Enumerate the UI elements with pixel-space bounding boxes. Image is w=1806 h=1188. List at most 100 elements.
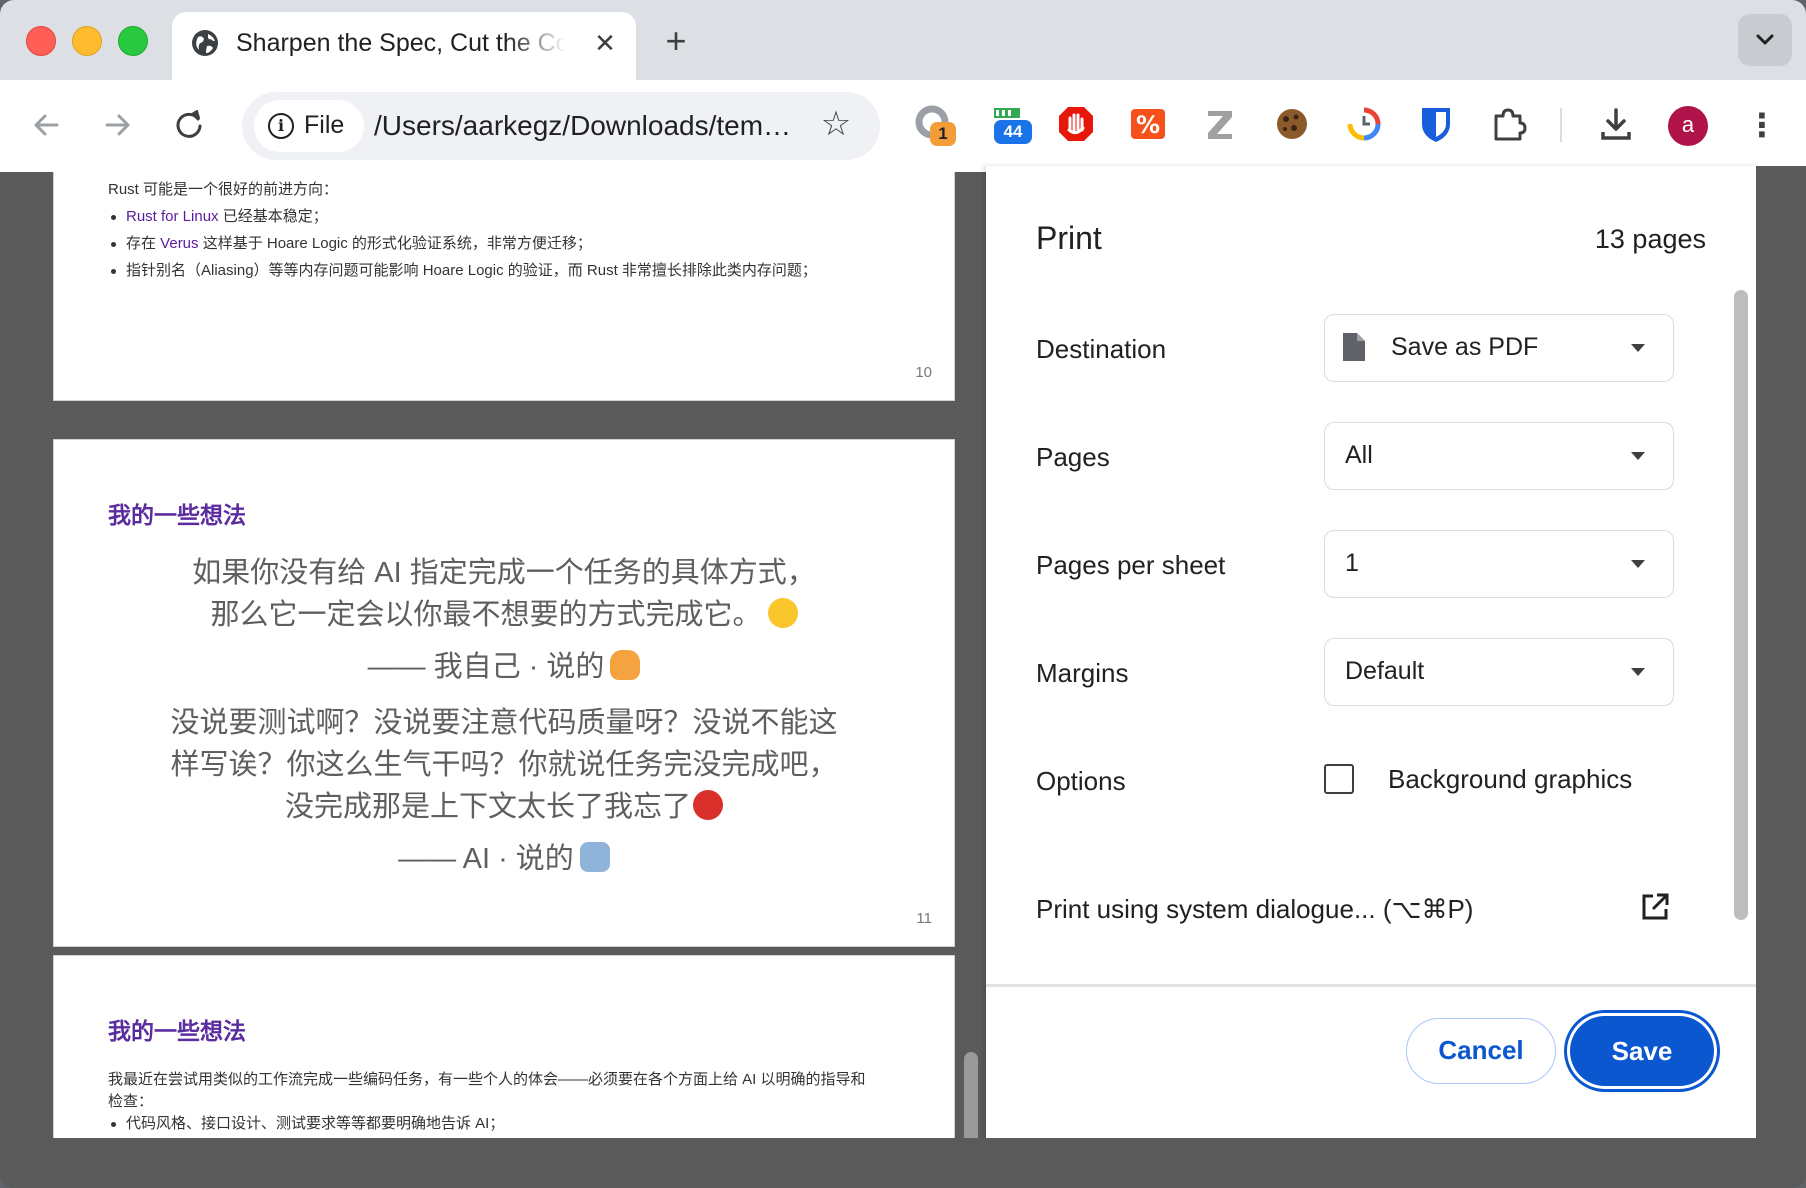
dropdown-caret-icon (1631, 452, 1645, 460)
browser-window: Sharpen the Spec, Cut the Code ✕ + i Fil… (0, 0, 1806, 1188)
dropdown-caret-icon (1631, 668, 1645, 676)
page-count: 13 pages (1594, 224, 1706, 254)
globe-icon (192, 30, 218, 56)
page-number: 10 (915, 364, 932, 381)
cancel-button[interactable]: Cancel (1406, 1018, 1556, 1084)
document-icon (1343, 333, 1365, 361)
quote-line: 那么它一定会以你最不想要的方式完成它。 (54, 594, 954, 636)
system-dialog-link[interactable]: Print using system dialogue... (⌥⌘P) (1036, 894, 1473, 925)
dropdown-caret-icon (1631, 344, 1645, 352)
close-window-button[interactable] (26, 26, 56, 56)
print-preview-area[interactable]: Rust 可能是一个很好的前进方向： Rust for Linux 已经基本稳定… (0, 172, 986, 1138)
profile-avatar[interactable]: a (1668, 106, 1708, 146)
pages-per-sheet-label: Pages per sheet (1036, 550, 1226, 580)
window-background (1756, 166, 1806, 1138)
robot-emoji-icon (579, 842, 610, 872)
page12-bullets: 代码风格、接口设计、测试要求等等都要明确地告诉 AI； (108, 1110, 504, 1137)
extension-badge: 44 (994, 120, 1032, 144)
margins-value: Default (1345, 657, 1425, 685)
quote-line: 没说要测试啊？没说要注意代码质量呀？没说不能这 (170, 707, 838, 739)
extension-counter-icon[interactable]: 44 (990, 104, 1032, 144)
bitwarden-icon[interactable] (1416, 104, 1456, 144)
browser-toolbar: i File /Users/aarkegz/Downloads/temp/sha… (0, 80, 1806, 173)
sweat-smile-emoji-icon (767, 598, 798, 628)
footer-divider (986, 984, 1756, 987)
save-button[interactable]: Save (1570, 1016, 1714, 1086)
page12-heading: 我的一些想法 (108, 1018, 246, 1044)
tab-title: Sharpen the Spec, Cut the Code (236, 29, 566, 57)
back-button[interactable] (24, 102, 70, 148)
list-item: Rust for Linux 已经基本稳定； (108, 203, 817, 230)
new-tab-button[interactable]: + (656, 22, 696, 62)
quote-attribution: —— AI · 说的 (54, 838, 954, 880)
preview-page-10: Rust 可能是一个很好的前进方向： Rust for Linux 已经基本稳定… (54, 172, 954, 400)
reload-button[interactable] (166, 102, 212, 148)
extension-ring-icon[interactable]: 1 (914, 104, 956, 146)
page-number: 11 (916, 910, 932, 927)
extension-badge: 1 (930, 122, 956, 146)
tab-strip: Sharpen the Spec, Cut the Code ✕ + (0, 0, 1806, 80)
rust-for-linux-link[interactable]: Rust for Linux (126, 208, 219, 225)
clock-extension-icon[interactable] (1344, 104, 1384, 144)
quote-line: 没完成那是上下文太长了我忘了 (54, 786, 954, 828)
pages-value: All (1345, 441, 1373, 469)
list-item: 指针别名（Aliasing）等等内存问题可能影响 Hoare Logic 的验证… (108, 257, 817, 284)
angry-face-emoji-icon (693, 790, 723, 820)
destination-label: Destination (1036, 334, 1167, 364)
percent-extension-icon[interactable]: % (1128, 104, 1168, 144)
window-bottom (0, 1138, 1806, 1188)
list-item: 存在 Verus 这样基于 Hoare Logic 的形式化验证系统，非常方便迁… (108, 230, 817, 257)
page10-bullets: Rust for Linux 已经基本稳定； 存在 Verus 这样基于 Hoa… (108, 203, 817, 284)
forward-button[interactable] (94, 102, 140, 148)
arrow-left-icon (34, 114, 59, 136)
bookmark-star-icon[interactable]: ☆ (814, 102, 858, 146)
address-bar[interactable]: i File /Users/aarkegz/Downloads/temp/sha… (242, 92, 880, 160)
page11-heading: 我的一些想法 (108, 502, 246, 528)
tab-close-icon[interactable]: ✕ (590, 28, 620, 58)
minimize-window-button[interactable] (72, 26, 102, 56)
destination-value: Save as PDF (1391, 333, 1539, 361)
list-item: 代码风格、接口设计、测试要求等等都要明确地告诉 AI； (108, 1110, 504, 1137)
pages-label: Pages (1036, 442, 1110, 472)
tab-search-button[interactable] (1738, 14, 1792, 66)
downloads-icon[interactable] (1596, 104, 1636, 144)
background-graphics-label[interactable]: Background graphics (1388, 764, 1632, 795)
verus-link[interactable]: Verus (160, 235, 198, 252)
open-external-icon[interactable] (1640, 892, 1670, 922)
preview-page-12: 我的一些想法 我最近在尝试用类似的工作流完成一些编码任务，有一些个人的体会——必… (54, 956, 954, 1138)
dialog-scrollbar[interactable] (1734, 290, 1748, 920)
browser-menu-icon[interactable]: ⋮ (1746, 102, 1778, 148)
destination-select[interactable]: Save as PDF (1324, 314, 1674, 382)
quote-attribution: —— 我自己 · 说的 (54, 646, 954, 688)
print-dialog: Print 13 pages Destination Save as PDF P… (986, 166, 1756, 1138)
quote-line: 如果你没有给 AI 指定完成一个任务的具体方式， (192, 557, 816, 589)
svg-text:%: % (1136, 111, 1160, 139)
page12-paragraph: 检查： (108, 1093, 154, 1110)
quote-line: 样写诶？你这么生气干吗？你就说任务完没完成吧， (170, 749, 838, 781)
pages-per-sheet-value: 1 (1345, 549, 1359, 577)
options-label: Options (1036, 766, 1126, 796)
ad-blocker-icon[interactable] (1056, 104, 1096, 144)
margins-select[interactable]: Default (1324, 638, 1674, 706)
print-title: Print (1036, 220, 1102, 256)
cookie-icon[interactable] (1272, 104, 1312, 144)
dropdown-caret-icon (1631, 560, 1645, 568)
maximize-window-button[interactable] (118, 26, 148, 56)
url-text[interactable]: /Users/aarkegz/Downloads/temp/sharpen-th… (374, 110, 794, 142)
preview-scrollbar[interactable] (964, 1052, 978, 1138)
chevron-down-icon (1756, 34, 1774, 45)
page12-paragraph: 我最近在尝试用类似的工作流完成一些编码任务，有一些个人的体会——必须要在各个方面… (108, 1071, 866, 1088)
active-tab[interactable]: Sharpen the Spec, Cut the Code ✕ (172, 12, 636, 80)
arrow-right-icon (105, 114, 130, 136)
toolbar-divider (1560, 108, 1562, 142)
pages-per-sheet-select[interactable]: 1 (1324, 530, 1674, 598)
person-facepalm-emoji-icon (610, 650, 641, 680)
info-icon: i (268, 113, 294, 139)
pages-select[interactable]: All (1324, 422, 1674, 490)
background-graphics-checkbox[interactable] (1324, 764, 1354, 794)
margins-label: Margins (1036, 658, 1129, 688)
site-info-chip[interactable]: i File (254, 100, 364, 152)
zotero-icon[interactable] (1200, 104, 1240, 144)
puzzle-extensions-icon[interactable] (1488, 104, 1528, 144)
page10-intro: Rust 可能是一个很好的前进方向： (108, 181, 339, 198)
